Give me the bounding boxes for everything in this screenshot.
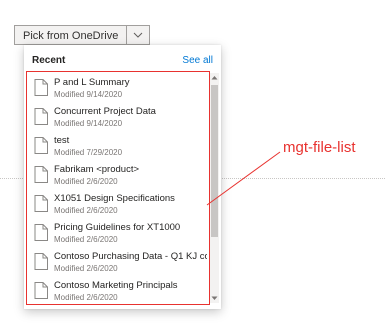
annotation-pointer-line <box>206 151 281 206</box>
annotation-label: mgt-file-list <box>283 139 356 156</box>
